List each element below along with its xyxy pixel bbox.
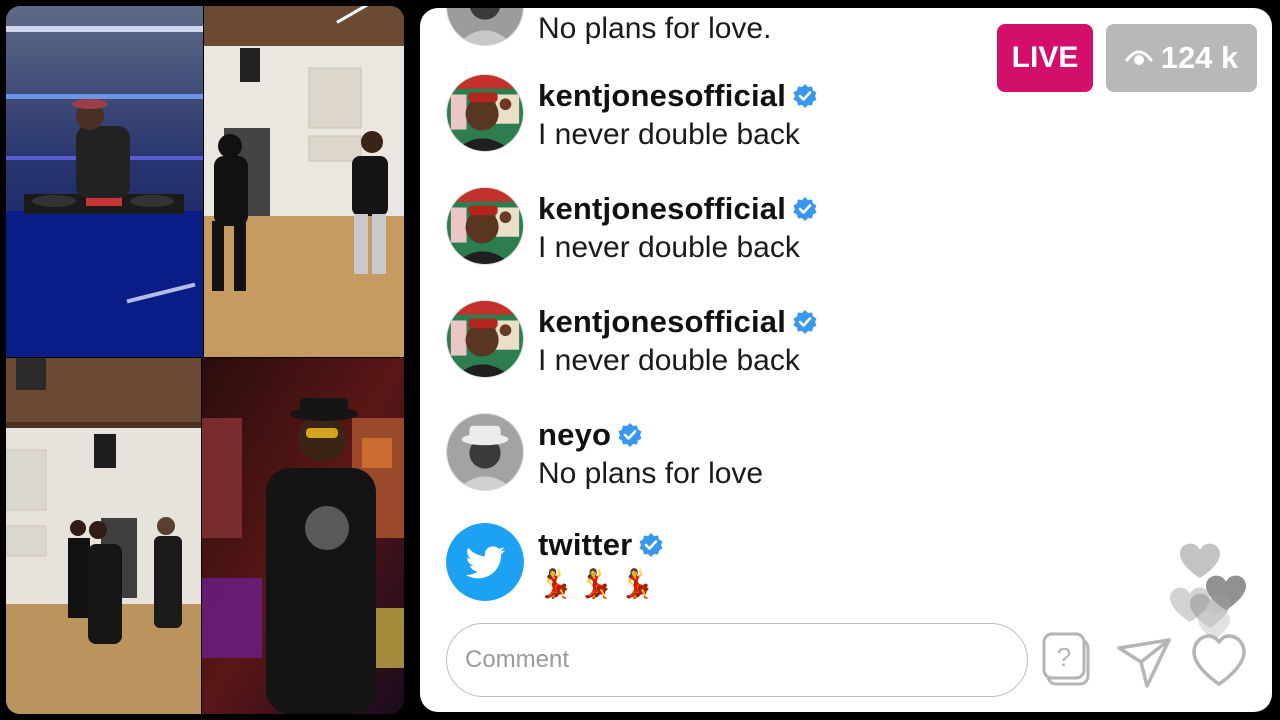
neyo-avatar[interactable] [446,413,524,491]
verified-badge-icon [617,422,643,448]
comment-username[interactable]: kentjonesofficial [538,191,786,227]
comment-item: No plans for love. [446,8,1006,58]
neyo-avatar[interactable] [446,8,524,46]
comment-username-row: neyo [538,417,643,453]
comment-username[interactable]: neyo [538,417,611,453]
comment-username[interactable]: kentjonesofficial [538,78,786,114]
comment-message: I never double back [538,231,800,264]
live-chat-panel: No plans for love. kentjonesofficial I n… [420,8,1272,712]
video-tile-dance-studio [204,6,404,357]
comment-input[interactable] [447,624,1027,696]
like-button[interactable] [1188,630,1250,692]
comment-message: No plans for love. [538,12,772,45]
comment-message: No plans for love [538,457,764,490]
svg-text:?: ? [1057,642,1071,672]
comment-item: neyo No plans for love [446,413,1006,503]
comment-item: kentjonesofficial I never double back [446,74,1006,164]
comment-username[interactable]: kentjonesofficial [538,304,786,340]
comment-message: I never double back [538,344,800,377]
verified-badge-icon [792,196,818,222]
comment-username-row: kentjonesofficial [538,78,818,114]
send-button[interactable] [1115,632,1173,690]
viewer-count: 124 k [1160,40,1239,75]
paper-plane-icon [1115,632,1173,690]
video-tile-performer [202,358,404,714]
twitter-avatar[interactable] [446,523,524,601]
comment-username-row: kentjonesofficial [538,191,818,227]
verified-badge-icon [792,83,818,109]
comment-item: kentjonesofficial I never double back [446,187,1006,277]
kentjones-avatar[interactable] [446,74,524,152]
video-tile-dancers [6,358,201,714]
live-badge: LIVE [997,24,1093,92]
heart-outline-icon [1188,630,1250,692]
question-box-icon: ? [1042,630,1098,690]
verified-badge-icon [792,309,818,335]
comment-username-row: twitter [538,527,664,563]
comment-item: twitter 💃💃💃 [446,523,1006,613]
video-tile-dj [6,6,203,357]
video-grid [6,6,404,714]
viewer-count-badge[interactable]: 124 k [1106,24,1257,92]
comment-item: kentjonesofficial I never double back [446,300,1006,390]
comment-message: 💃💃💃 [538,568,661,599]
floating-hearts-icon [1168,524,1258,644]
comment-username-row: kentjonesofficial [538,304,818,340]
comment-message: I never double back [538,118,800,151]
comment-username[interactable]: twitter [538,527,632,563]
verified-badge-icon [638,532,664,558]
kentjones-avatar[interactable] [446,187,524,265]
kentjones-avatar[interactable] [446,300,524,378]
eye-icon [1125,40,1153,76]
question-button[interactable]: ? [1042,630,1098,690]
comment-input-container[interactable] [446,623,1028,697]
